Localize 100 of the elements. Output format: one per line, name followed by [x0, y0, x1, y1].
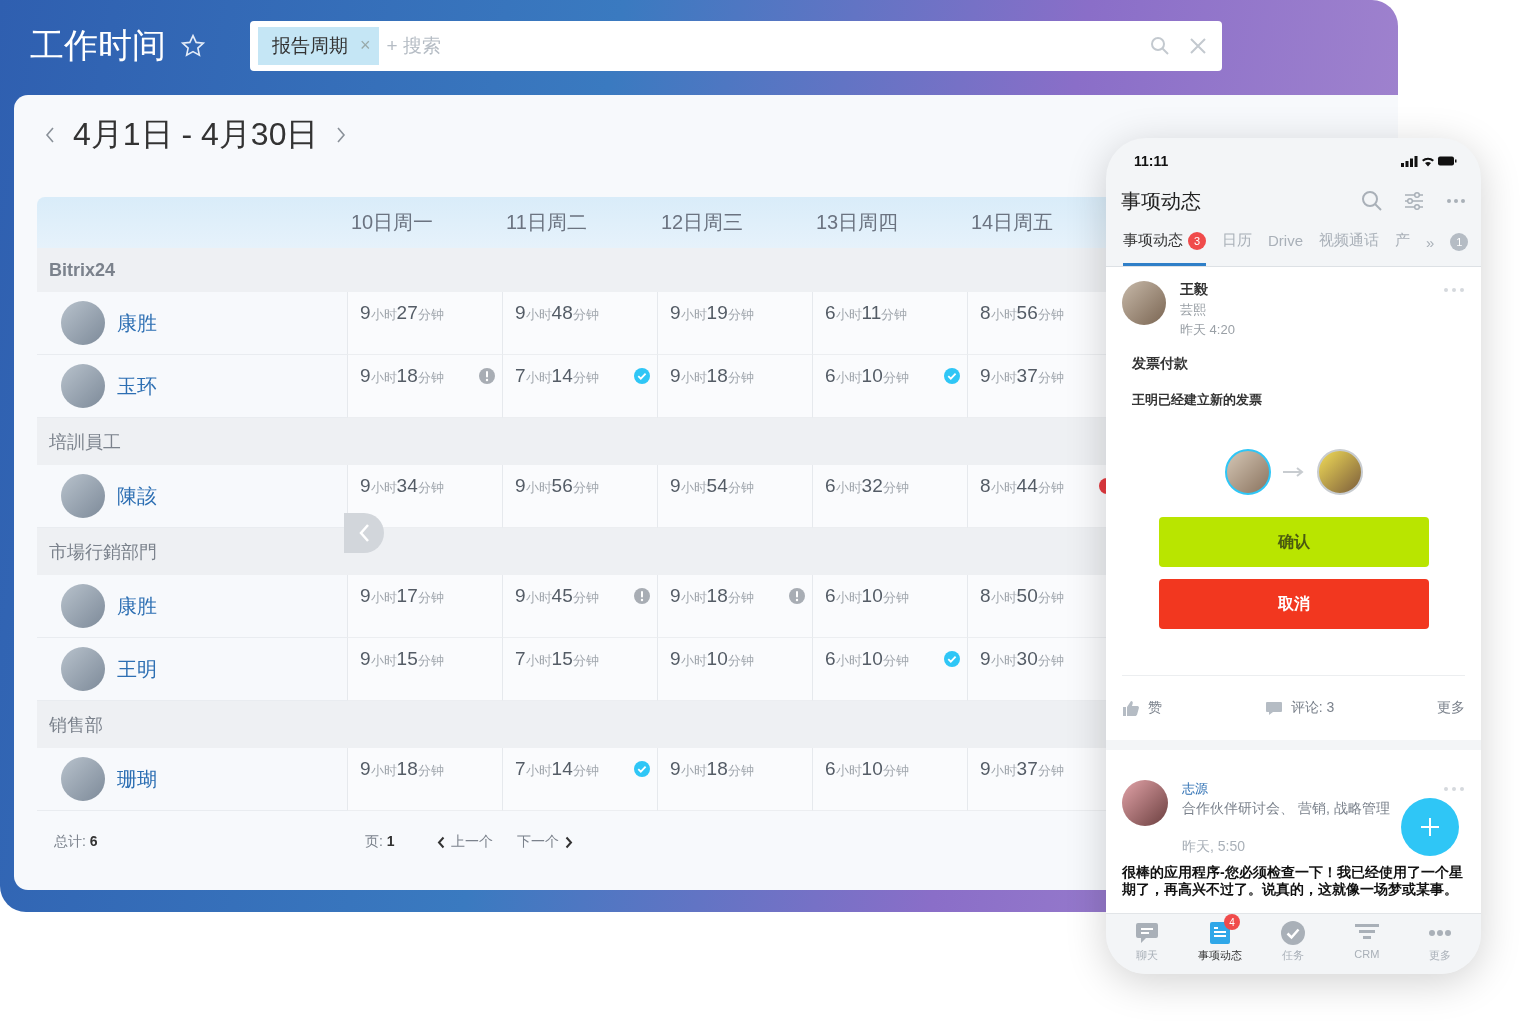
worked-time: 9小时18分钟 [670, 585, 754, 607]
avatar [61, 647, 105, 691]
next-page-link[interactable]: 下一个 [517, 833, 573, 851]
nav-item[interactable]: CRM [1336, 914, 1397, 960]
author-name[interactable]: 王毅 [1180, 281, 1429, 299]
collapse-handle[interactable] [344, 513, 384, 553]
column-header: 12日周三 [660, 210, 745, 235]
status-icons-drawing [1401, 155, 1457, 167]
worked-time: 6小时10分钟 [825, 585, 909, 607]
like-button[interactable]: 赞 [1122, 699, 1162, 717]
more-icon[interactable] [1443, 786, 1465, 792]
chevron-left-icon [358, 523, 370, 543]
more-icon [1427, 927, 1454, 939]
avatar [61, 364, 105, 408]
clock: 11:11 [1134, 153, 1169, 169]
worked-time: 6小时32分钟 [825, 475, 909, 497]
confirm-button[interactable]: 确认 [1158, 517, 1429, 567]
comments-button[interactable]: 评论: 3 [1264, 699, 1335, 717]
avatar [1122, 780, 1168, 826]
chevron-left-icon[interactable] [43, 125, 57, 145]
worked-time: 6小时10分钟 [825, 365, 909, 387]
avatar [1224, 449, 1271, 495]
avatar [61, 757, 105, 801]
worked-time: 9小时37分钟 [980, 758, 1064, 780]
avatar [61, 584, 105, 628]
post-time: 昨天 4:20 [1180, 321, 1236, 339]
column-header: 14日周五 [970, 210, 1055, 235]
thumbs-up-icon [1122, 699, 1140, 717]
employee-name[interactable]: 玉环 [117, 372, 157, 400]
worked-time: 8小时50分钟 [980, 585, 1064, 607]
worked-time: 9小时54分钟 [670, 475, 754, 497]
worked-time: 9小时18分钟 [670, 758, 754, 780]
post-text: 王明已经建立新的发票 [1132, 391, 1263, 409]
worked-time: 6小时10分钟 [825, 758, 909, 780]
count-badge: 1 [1450, 233, 1469, 251]
worked-time: 7小时15分钟 [515, 648, 599, 670]
author-name[interactable]: 志源 [1182, 780, 1429, 798]
post-text: 很棒的应用程序-您必须检查一下！我已经使用了一个星期了，再高兴不过了。说真的，这就像一场梦或某事。 [1122, 864, 1464, 898]
group-label: 销售部 [49, 713, 103, 737]
add-button[interactable] [1401, 798, 1459, 856]
count-badge: 3 [1188, 231, 1206, 250]
worked-time: 6小时10分钟 [825, 648, 909, 670]
nav-item[interactable]: 更多 [1410, 914, 1471, 963]
post-title: 发票付款 [1132, 355, 1189, 373]
worked-time: 9小时37分钟 [980, 365, 1064, 387]
check-circle-icon [1280, 920, 1307, 946]
speech-bubble-icon [1264, 699, 1283, 717]
star-icon[interactable] [180, 32, 206, 59]
arrow-right-icon [1282, 467, 1305, 477]
worked-time: 8小时56分钟 [980, 302, 1064, 324]
cancel-button[interactable]: 取消 [1158, 579, 1429, 629]
chat-bubble-icon [1133, 920, 1160, 946]
more-link[interactable]: 更多 [1437, 699, 1465, 717]
search-icon[interactable] [1150, 35, 1170, 56]
page-title: 工作时间 [30, 24, 166, 66]
tab[interactable]: 日历 [1222, 218, 1252, 266]
screen-title: 事项动态 [1121, 188, 1202, 214]
chevron-left-icon [437, 835, 445, 849]
group-label: Bitrix24 [49, 259, 116, 281]
employee-name[interactable]: 康胜 [117, 592, 157, 620]
worked-time: 9小时17分钟 [360, 585, 444, 607]
worked-time: 6小时11分钟 [825, 302, 908, 324]
employee-name[interactable]: 康胜 [117, 309, 157, 337]
group-label: 市場行銷部門 [49, 540, 157, 564]
avatar [61, 301, 105, 345]
worked-time: 9小时48分钟 [515, 302, 599, 324]
nav-item[interactable]: 聊天 [1116, 914, 1177, 963]
employee-name[interactable]: 珊瑚 [117, 765, 157, 793]
search-field[interactable]: 报告周期 × + 搜索 [250, 20, 1222, 71]
post-recipients: 合作伙伴研讨会、 营销, 战略管理 [1182, 800, 1391, 818]
page-number: 页: 1 [365, 833, 396, 851]
sliders-icon[interactable] [1403, 190, 1425, 212]
employee-name[interactable]: 王明 [117, 655, 157, 683]
avatar [1122, 281, 1166, 325]
worked-time: 9小时18分钟 [360, 365, 444, 387]
nav-item[interactable]: 事项动态 4 [1190, 914, 1251, 963]
previous-page-link[interactable]: 上一个 [437, 833, 493, 851]
post-time: 昨天, 5:50 [1182, 838, 1247, 856]
column-header: 11日周二 [505, 210, 588, 235]
nav-item[interactable]: 任务 [1263, 914, 1324, 963]
plus-icon [1420, 817, 1440, 837]
worked-time: 9小时56分钟 [515, 475, 599, 497]
worked-time: 9小时30分钟 [980, 648, 1064, 670]
worked-time: 9小时18分钟 [360, 758, 444, 780]
column-header: 10日周一 [350, 210, 435, 235]
total-count: 总计: 6 [53, 833, 99, 851]
more-icon[interactable] [1443, 287, 1465, 293]
employee-name[interactable]: 陳該 [117, 482, 157, 510]
worked-time: 9小时10分钟 [670, 648, 754, 670]
worked-time: 9小时27分钟 [360, 302, 444, 324]
search-icon[interactable] [1361, 190, 1383, 212]
worked-time: 8小时44分钟 [980, 475, 1064, 497]
worked-time: 9小时18分钟 [670, 365, 754, 387]
close-icon[interactable] [1188, 35, 1208, 56]
worked-time: 7小时14分钟 [515, 758, 599, 780]
worked-time: 9小时45分钟 [515, 585, 599, 607]
chevron-right-icon [565, 835, 573, 849]
post-recipient: 芸熙 [1180, 301, 1207, 319]
filter-chip[interactable]: 报告周期 × [258, 26, 379, 65]
group-label: 培訓員工 [49, 430, 121, 454]
